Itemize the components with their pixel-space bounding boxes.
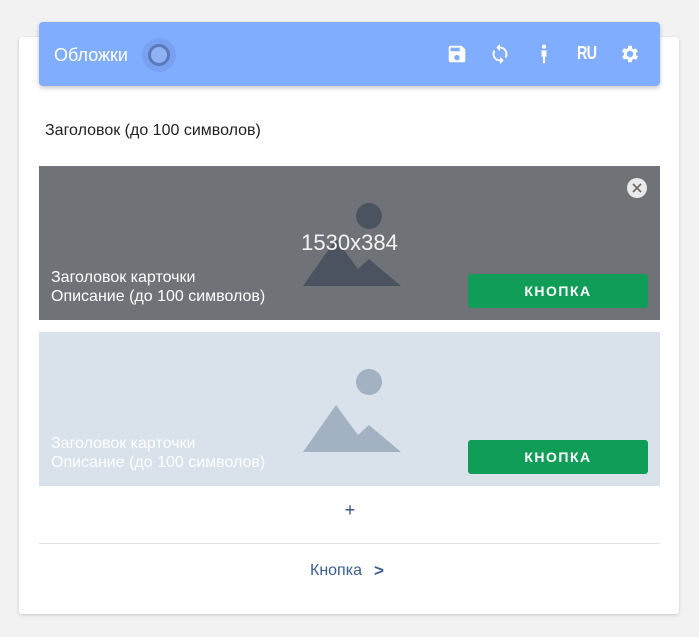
gear-icon[interactable]: [619, 43, 641, 65]
footer-button-label: Кнопка: [310, 562, 362, 579]
slide-text: Заголовок карточки Описание (до 100 симв…: [51, 434, 265, 472]
language-switch[interactable]: RU: [577, 43, 597, 64]
slide-title[interactable]: Заголовок карточки: [51, 434, 265, 453]
person-icon[interactable]: [533, 43, 555, 65]
slide-text: Заголовок карточки Описание (до 100 симв…: [51, 268, 265, 306]
slide-button[interactable]: КНОПКА: [468, 440, 648, 474]
add-slide-button[interactable]: +: [340, 499, 360, 521]
slide-button[interactable]: КНОПКА: [468, 274, 648, 308]
cover-slide[interactable]: 1530x384 Заголовок карточки Описание (до…: [39, 166, 660, 320]
divider: [39, 543, 660, 544]
save-icon[interactable]: [446, 43, 468, 65]
image-placeholder-icon: [303, 369, 401, 452]
sync-icon[interactable]: [489, 43, 511, 65]
slide-description[interactable]: Описание (до 100 символов): [51, 287, 265, 306]
image-size-label: 1530x384: [301, 230, 398, 255]
footer-button[interactable]: Кнопка >: [310, 560, 384, 582]
slide-description[interactable]: Описание (до 100 символов): [51, 453, 265, 472]
chevron-right-icon: >: [373, 561, 384, 580]
cover-slide[interactable]: Заголовок карточки Описание (до 100 симв…: [39, 332, 660, 486]
page-heading[interactable]: Заголовок (до 100 символов): [45, 121, 261, 141]
remove-slide-button[interactable]: [627, 178, 647, 198]
close-icon: [632, 183, 642, 193]
toolbar-title: Обложки: [54, 45, 128, 65]
slide-title[interactable]: Заголовок карточки: [51, 268, 265, 287]
toolbar: Обложки RU: [39, 22, 660, 86]
loading-spinner-icon: [142, 38, 176, 72]
